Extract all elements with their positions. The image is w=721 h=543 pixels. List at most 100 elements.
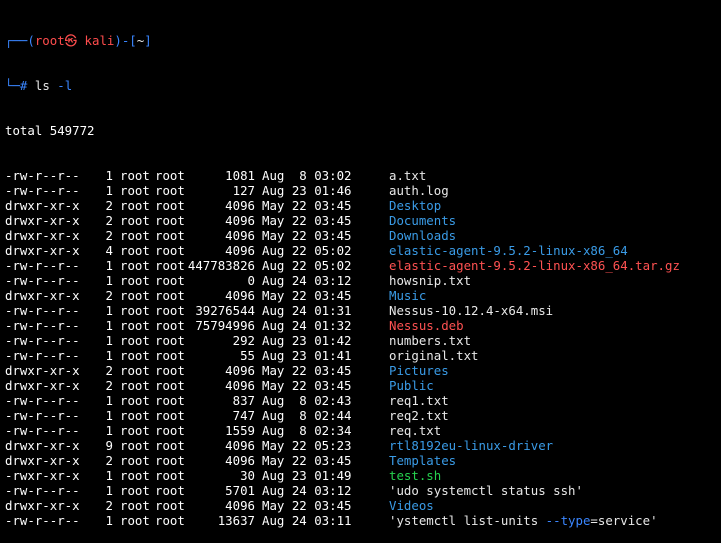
file-size: 5701 (225, 483, 255, 498)
group: root (155, 198, 185, 213)
owner: root (120, 258, 150, 273)
listing-row: -rw-r--r-- 1 root root 1081 Aug 8 03:02 a.… (5, 168, 721, 183)
link-count: 1 (105, 273, 113, 288)
owner: root (120, 483, 150, 498)
owner: root (120, 408, 150, 423)
file-size: 55 (240, 348, 255, 363)
file-size: 30 (240, 468, 255, 483)
group: root (155, 408, 185, 423)
link-count: 2 (105, 363, 113, 378)
file-name-part: 'ystemctl list-units (389, 513, 546, 528)
modified-date: May 22 03:45 (262, 198, 352, 213)
listing-row: -rw-r--r-- 1 root root 127 Aug 23 01:46 au… (5, 183, 721, 198)
group: root (155, 438, 185, 453)
owner: root (120, 183, 150, 198)
link-count: 1 (105, 168, 113, 183)
permissions: -rw-r--r-- (5, 393, 80, 408)
owner: root (120, 498, 150, 513)
command-option: -l (57, 78, 73, 93)
group: root (155, 333, 185, 348)
owner: root (120, 423, 150, 438)
listing-row: -rw-r--r-- 1 root root 5701 Aug 24 03:12 '… (5, 483, 721, 498)
listing-row: drwxr-xr-x 2 root root 4096 May 22 03:45 T… (5, 453, 721, 468)
permissions: -rw-r--r-- (5, 483, 80, 498)
modified-date: May 22 03:45 (262, 378, 352, 393)
owner: root (120, 168, 150, 183)
file-size: 75794996 (195, 318, 255, 333)
file-size: 4096 (225, 453, 255, 468)
permissions: -rwxr-xr-x (5, 468, 80, 483)
listing-row: -rw-r--r-- 1 root root 75794996 Aug 24 01:… (5, 318, 721, 333)
file-size: 4096 (225, 228, 255, 243)
link-count: 2 (105, 498, 113, 513)
prompt-separator: )-[ (114, 33, 137, 48)
modified-date: Aug 22 05:02 (262, 243, 352, 258)
permissions: -rw-r--r-- (5, 513, 80, 528)
permissions: drwxr-xr-x (5, 243, 80, 258)
directory-name: Templates (389, 453, 457, 468)
group: root (155, 513, 185, 528)
owner: root (120, 303, 150, 318)
file-name: auth.log (389, 183, 449, 198)
modified-date: Aug 23 01:46 (262, 183, 352, 198)
directory-name: Music (389, 288, 427, 303)
modified-date: Aug 24 03:12 (262, 483, 352, 498)
group: root (155, 288, 185, 303)
permissions: -rw-r--r-- (5, 408, 80, 423)
group: root (155, 393, 185, 408)
directory-name: Public (389, 378, 434, 393)
permissions: -rw-r--r-- (5, 423, 80, 438)
group: root (155, 483, 185, 498)
file-name: 'ystemctl list-units --type=service' (389, 513, 658, 528)
file-name: test.sh (389, 468, 442, 483)
link-count: 1 (105, 468, 113, 483)
group: root (155, 243, 185, 258)
file-size: 4096 (225, 363, 255, 378)
owner: root (120, 513, 150, 528)
owner: root (120, 228, 150, 243)
permissions: drwxr-xr-x (5, 378, 80, 393)
modified-date: Aug 24 03:11 (262, 513, 352, 528)
file-name: elastic-agent-9.5.2-linux-x86_64.tar.gz (389, 258, 680, 273)
listing-row: drwxr-xr-x 2 root root 4096 May 22 03:45 D… (5, 213, 721, 228)
modified-date: May 22 03:45 (262, 213, 352, 228)
file-name: howsnip.txt (389, 273, 472, 288)
file-size: 4096 (225, 243, 255, 258)
prompt-frame-top: ┌──( (5, 33, 35, 48)
modified-date: Aug 23 01:41 (262, 348, 352, 363)
directory-name: Downloads (389, 228, 457, 243)
link-count: 1 (105, 333, 113, 348)
directory-name: Documents (389, 213, 457, 228)
command-line[interactable]: └─# ls -l (5, 78, 721, 93)
directory-name: Desktop (389, 198, 442, 213)
owner: root (120, 438, 150, 453)
owner: root (120, 333, 150, 348)
permissions: drwxr-xr-x (5, 198, 80, 213)
owner: root (120, 288, 150, 303)
modified-date: May 22 03:45 (262, 363, 352, 378)
link-count: 1 (105, 303, 113, 318)
listing-row: -rw-r--r-- 1 root root 447783826 Aug 22 05… (5, 258, 721, 273)
terminal-window[interactable]: ┌──(root㉿ kali)-[~] └─# ls -l total 5497… (0, 0, 721, 528)
file-size: 447783826 (187, 258, 255, 273)
listing-row: -rw-r--r-- 1 root root 39276544 Aug 24 01:… (5, 303, 721, 318)
permissions: -rw-r--r-- (5, 333, 80, 348)
group: root (155, 168, 185, 183)
file-listing: -rw-r--r-- 1 root root 1081 Aug 8 03:02 a.… (5, 168, 721, 528)
listing-row: drwxr-xr-x 2 root root 4096 May 22 03:45 D… (5, 198, 721, 213)
prompt-frame-bottom: └─ (5, 78, 20, 93)
permissions: drwxr-xr-x (5, 288, 80, 303)
directory-name: Videos (389, 498, 434, 513)
owner: root (120, 468, 150, 483)
file-name-part: --type (545, 513, 591, 528)
modified-date: Aug 24 03:12 (262, 273, 352, 288)
group: root (155, 318, 185, 333)
listing-row: drwxr-xr-x 2 root root 4096 May 22 03:45 P… (5, 363, 721, 378)
link-count: 2 (105, 228, 113, 243)
link-count: 2 (105, 378, 113, 393)
link-count: 1 (105, 423, 113, 438)
link-count: 1 (105, 408, 113, 423)
prompt-line-top: ┌──(root㉿ kali)-[~] (5, 33, 721, 48)
permissions: -rw-r--r-- (5, 168, 80, 183)
group: root (155, 453, 185, 468)
